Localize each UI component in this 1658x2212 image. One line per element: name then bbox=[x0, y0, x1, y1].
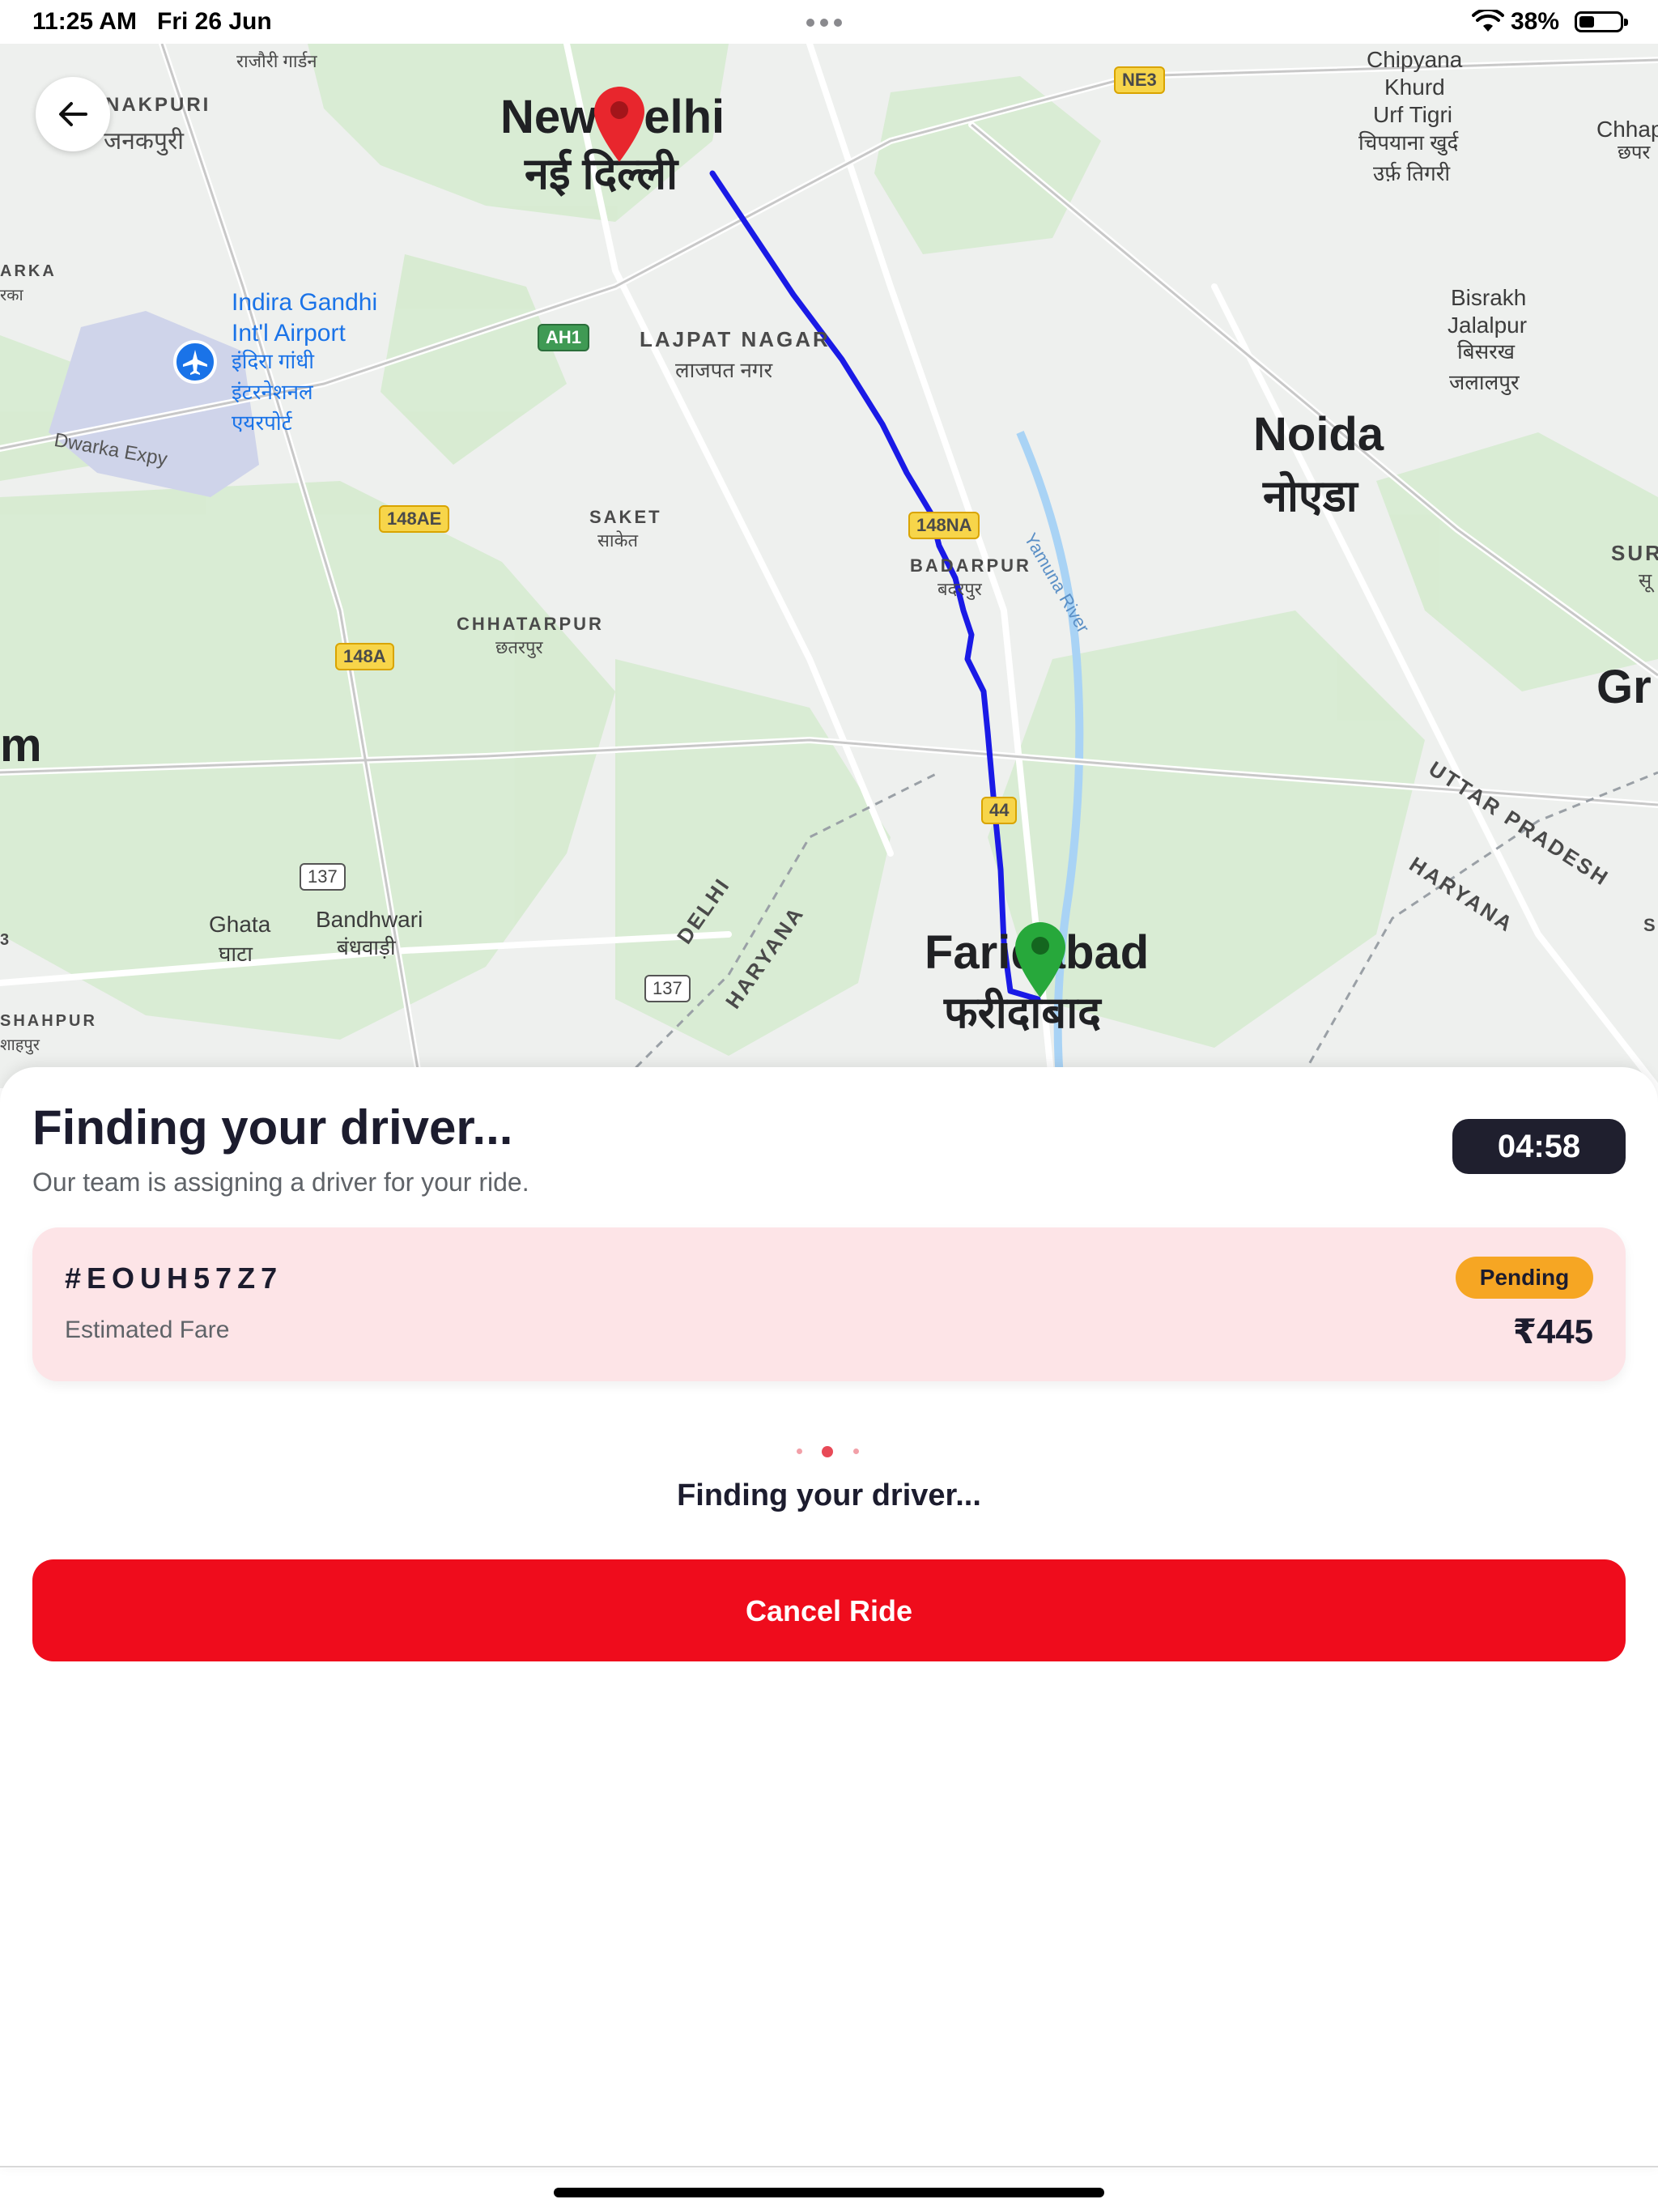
map-label-ghata: Ghata bbox=[209, 912, 271, 937]
map-label-chhap-hi: छपर bbox=[1618, 142, 1651, 164]
map-label-badarpur: BADARPUR bbox=[910, 555, 1031, 576]
home-indicator[interactable] bbox=[554, 2188, 1104, 2197]
shield-137-b: 137 bbox=[644, 975, 691, 1002]
map-label-janakpuri: NAKPURI bbox=[105, 94, 211, 116]
map-label-badarpur-hi: बदरपुर bbox=[937, 579, 982, 599]
map-label-sur-hi: सू bbox=[1639, 570, 1652, 592]
back-button[interactable] bbox=[36, 77, 110, 151]
shield-ne3: NE3 bbox=[1114, 66, 1165, 94]
pickup-pin-icon[interactable] bbox=[591, 84, 648, 165]
map-label-chipyana-hi-2: उर्फ़ तिगरी bbox=[1373, 161, 1451, 185]
map-label-saket: SAKET bbox=[589, 507, 662, 527]
map-label-chipyana-3: Urf Tigri bbox=[1373, 102, 1452, 127]
map-label-lajpat: LAJPAT NAGAR bbox=[640, 327, 831, 351]
status-badge: Pending bbox=[1456, 1257, 1593, 1299]
arrow-left-icon bbox=[59, 102, 87, 126]
status-bar: 11:25 AM Fri 26 Jun 38% bbox=[0, 0, 1658, 44]
map-label-shahpur-hi: शाहपुर bbox=[0, 1036, 40, 1054]
map-label-arka-hi: रका bbox=[0, 287, 23, 304]
shield-148na: 148NA bbox=[908, 512, 980, 539]
map-label-bisrakh-hi-1: बिसरख bbox=[1457, 339, 1516, 364]
map-label-airport-hi-2: इंटरनेशनल bbox=[232, 380, 313, 404]
route-map[interactable]: राजौरी गार्डन NAKPURI जनकपुरी New Delhi … bbox=[0, 44, 1658, 1088]
shield-44: 44 bbox=[981, 797, 1018, 824]
countdown-timer: 04:58 bbox=[1452, 1119, 1626, 1174]
map-label-bisrakh-hi-2: जलालपुर bbox=[1449, 370, 1520, 394]
ride-status-sheet: Finding your driver... Our team is assig… bbox=[0, 1067, 1658, 2168]
map-label-airport-hi-1: इंदिरा गांधी bbox=[232, 349, 314, 373]
map-label-sur: SUR bbox=[1611, 541, 1658, 565]
map-label-chhap: Chhap bbox=[1596, 117, 1658, 142]
battery-icon bbox=[1575, 11, 1628, 32]
dropoff-pin-icon[interactable] bbox=[1012, 920, 1069, 1001]
finding-driver-text: Finding your driver... bbox=[677, 1478, 981, 1512]
map-label-janakpuri-hi: जनकपुरी bbox=[104, 128, 185, 155]
map-label-noida: Noida bbox=[1253, 408, 1384, 461]
map-label-noida-hi: नोएडा bbox=[1263, 472, 1358, 521]
map-label-chhatarpur-hi: छतरपुर bbox=[495, 637, 543, 657]
more-dots-icon[interactable] bbox=[806, 16, 855, 28]
map-label-shahpur: SHAHPUR bbox=[0, 1012, 97, 1030]
map-label-gr: Gr bbox=[1596, 661, 1652, 713]
map-label-chipyana-2: Khurd bbox=[1384, 74, 1445, 100]
status-date: Fri 26 Jun bbox=[157, 8, 272, 35]
shield-137-a: 137 bbox=[300, 863, 346, 891]
map-label-chipyana-hi-1: चिपयाना खुर्द bbox=[1358, 130, 1459, 155]
map-label-airport-hi-3: एयरपोर्ट bbox=[232, 410, 292, 435]
fare-amount: ₹445 bbox=[1512, 1312, 1593, 1351]
map-label-airport-1: Indira Gandhi bbox=[232, 289, 378, 316]
cancel-ride-button[interactable]: Cancel Ride bbox=[32, 1559, 1626, 1661]
map-label-arka: ARKA bbox=[0, 262, 57, 280]
airport-icon[interactable] bbox=[173, 340, 217, 384]
status-time: 11:25 AM bbox=[32, 8, 137, 35]
map-label-chhatarpur: CHHATARPUR bbox=[457, 614, 604, 634]
map-label-chipyana-1: Chipyana bbox=[1367, 47, 1463, 72]
map-label-s-edge: S bbox=[1643, 915, 1658, 935]
divider bbox=[0, 2166, 1658, 2167]
battery-percent: 38% bbox=[1511, 8, 1560, 35]
map-label-3-edge: 3 bbox=[0, 931, 12, 949]
ride-id: #EOUH57Z7 bbox=[65, 1261, 283, 1295]
ride-summary-card: #EOUH57Z7 Estimated Fare Pending ₹445 bbox=[32, 1227, 1626, 1381]
map-label-rajouri: राजौरी गार्डन bbox=[236, 51, 317, 71]
shield-148ae: 148AE bbox=[379, 505, 450, 533]
sheet-title: Finding your driver... bbox=[32, 1100, 513, 1155]
wifi-icon bbox=[1472, 10, 1504, 32]
shield-ah1: AH1 bbox=[538, 324, 590, 351]
map-label-bisrakh-2: Jalalpur bbox=[1448, 313, 1528, 338]
map-label-bandhwari: Bandhwari bbox=[316, 907, 423, 932]
map-label-airport-2: Int'l Airport bbox=[232, 320, 346, 347]
map-label-bisrakh-1: Bisrakh bbox=[1451, 285, 1527, 310]
map-label-saket-hi: साकेत bbox=[597, 530, 639, 551]
map-label-ghata-hi: घाटा bbox=[219, 942, 253, 966]
loading-dots-icon bbox=[797, 1446, 861, 1457]
fare-label: Estimated Fare bbox=[65, 1317, 230, 1343]
shield-148a: 148A bbox=[335, 643, 394, 670]
sheet-subtitle: Our team is assigning a driver for your … bbox=[32, 1168, 529, 1197]
map-label-m: m bbox=[0, 719, 42, 772]
map-label-bandhwari-hi: बंधवाड़ी bbox=[337, 935, 396, 959]
map-label-lajpat-hi: लाजपत नगर bbox=[675, 358, 773, 382]
